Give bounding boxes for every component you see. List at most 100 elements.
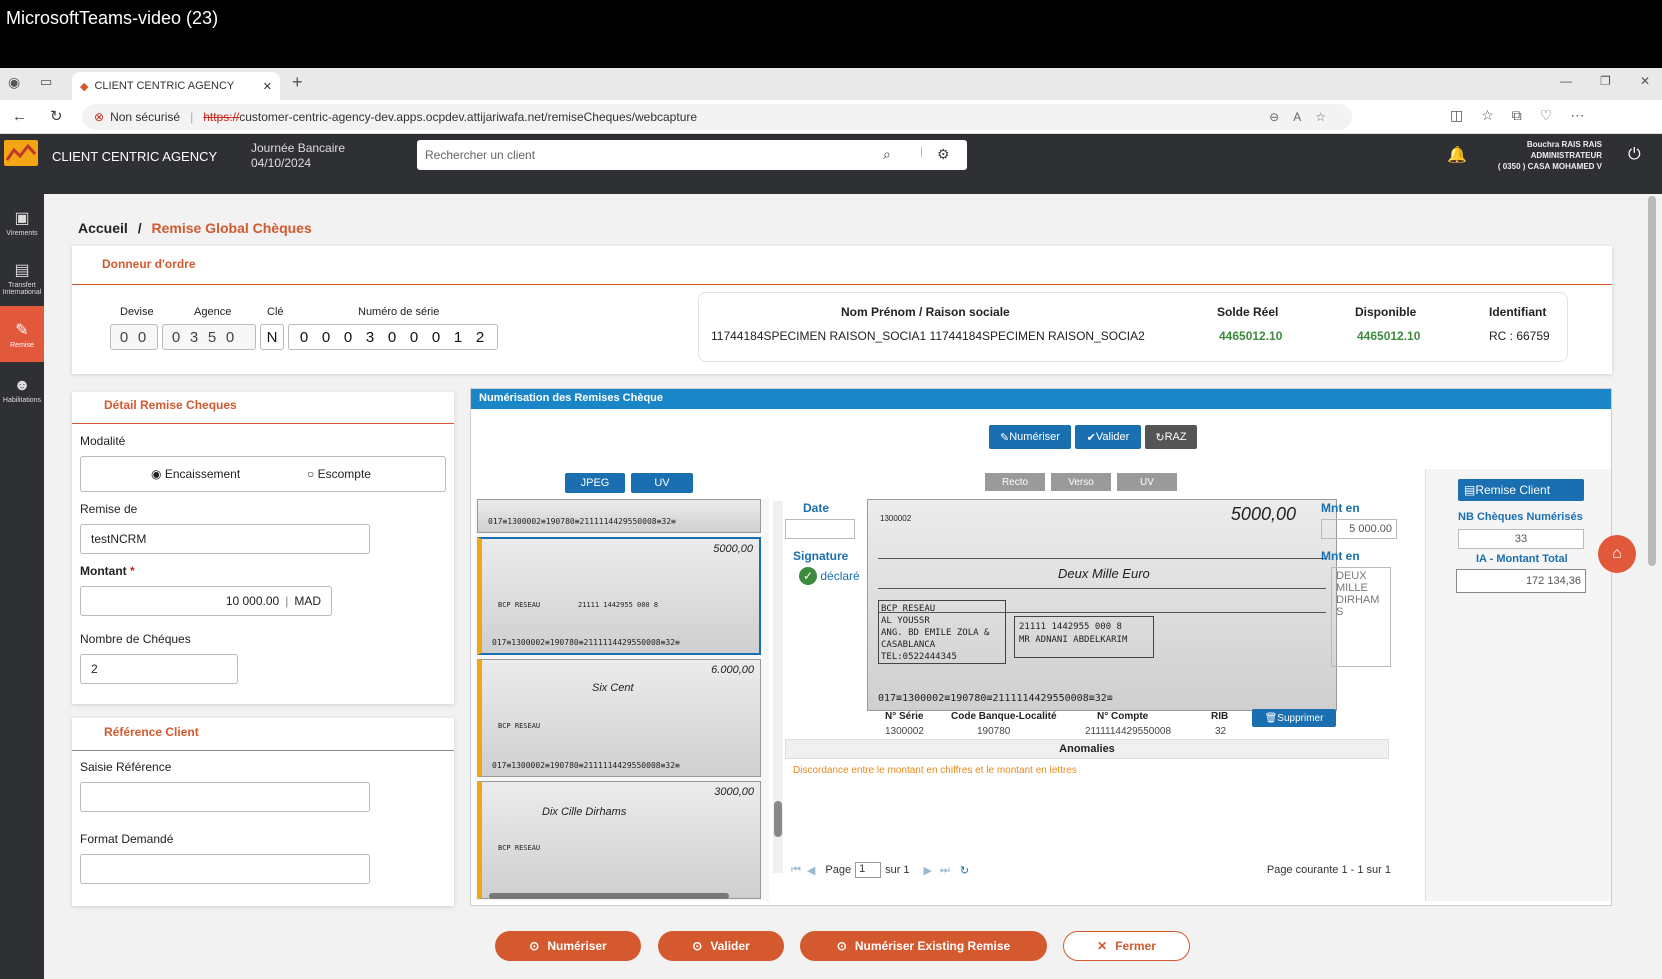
breadcrumb-home[interactable]: Accueil	[78, 220, 128, 236]
cheque-thumbnail[interactable]: 017≡1300002≡190780≡2111114429550008≡32≡	[477, 499, 761, 533]
dispo-value: 4465012.10	[1357, 329, 1421, 343]
browser-tab-bar: ◉ ▭ ◆ CLIENT CENTRIC AGENCY ✕ + — ❐ ✕	[0, 68, 1662, 100]
last-page-icon[interactable]: ⏭	[940, 864, 950, 877]
cle-field[interactable]: N	[260, 324, 284, 350]
page-scrollbar[interactable]	[1648, 196, 1656, 566]
numeriser-button[interactable]: ⊙ Numériser	[495, 931, 641, 961]
montant-label-text: Montant	[80, 564, 127, 578]
uv-view-button[interactable]: UV	[1117, 473, 1177, 491]
mnt-lettres-input[interactable]: DEUX MILLE DIRHAMS	[1331, 567, 1391, 667]
power-icon[interactable]: ⏻	[1628, 146, 1641, 164]
reference-title: Référence Client	[104, 725, 199, 739]
favicon-icon: ◆	[80, 80, 89, 93]
first-page-icon[interactable]: ⏮	[791, 864, 801, 877]
sidebar-item-label: Remise	[10, 341, 34, 349]
remise-label: Remise de	[80, 502, 138, 516]
radio-escompte[interactable]: ○ Escompte	[307, 467, 371, 481]
serie-value: 1300002	[885, 726, 924, 737]
verso-button[interactable]: Verso	[1051, 473, 1111, 491]
refresh-icon[interactable]: ↻	[960, 864, 969, 877]
sidebar-item-habilitations[interactable]: ☻ Habilitations	[0, 362, 44, 418]
date-input[interactable]	[785, 519, 855, 539]
check-circle-icon: ⊙	[692, 939, 703, 953]
reload-icon[interactable]: ↻	[50, 107, 63, 125]
cheque-thumbnail[interactable]: 3000,00 Dix Cille Dirhams BCP RESEAU	[477, 781, 761, 899]
search-icon[interactable]: ⌕	[883, 146, 891, 163]
uv-thumb-button[interactable]: UV	[631, 473, 693, 493]
agence-field[interactable]: 0350	[162, 324, 256, 350]
valider-button[interactable]: ⊙ Valider	[658, 931, 784, 961]
thumb-amount: 5000,00	[713, 543, 753, 555]
page-courante: Page courante 1 - 1 sur 1	[1266, 864, 1391, 876]
nb-cheques-field[interactable]: 2	[80, 654, 238, 684]
remise-field[interactable]: testNCRM	[80, 524, 370, 554]
numeriser-existing-button[interactable]: ⊙ Numériser Existing Remise	[800, 931, 1047, 961]
prev-page-icon[interactable]: ◀	[807, 864, 815, 877]
format-field[interactable]	[80, 854, 370, 884]
pager: ⏮ ◀ Page 1 sur 1 ▶ ⏭ ↻ Page courante 1 -…	[791, 859, 1391, 881]
page-input[interactable]: 1	[855, 862, 882, 878]
nb-cheques-label: Nombre de Chéques	[80, 632, 191, 646]
sidebar-item-virements[interactable]: ▣ Virements	[0, 194, 44, 250]
search-input[interactable]: Rechercher un client	[425, 148, 535, 162]
code-header: Code Banque-Localité	[951, 711, 1057, 722]
numeriser-scan-button[interactable]: ✎ Numériser	[989, 425, 1071, 449]
signature-label: Signature	[793, 549, 849, 563]
next-page-icon[interactable]: ▶	[924, 864, 932, 877]
url-field[interactable]: ⊗ Non sécurisé | https:// customer-centr…	[82, 104, 1352, 130]
nb-cheques-num-value: 33	[1458, 529, 1584, 549]
cheque-thumbnails: 017≡1300002≡190780≡2111114429550008≡32≡ …	[475, 499, 769, 901]
supprimer-button[interactable]: 🗑 Supprimer	[1252, 709, 1336, 727]
scroll-thumb[interactable]	[774, 801, 782, 837]
serie-field[interactable]: 000300012	[288, 324, 498, 350]
button-label: RAZ	[1164, 431, 1187, 443]
sidebar-item-transfert[interactable]: ▤ Transfert International	[0, 250, 44, 306]
required-mark: *	[130, 564, 135, 578]
button-label: Valider	[1095, 431, 1130, 443]
devise-field[interactable]: 00	[110, 324, 158, 350]
jpeg-button[interactable]: JPEG	[565, 473, 625, 493]
profile-icon[interactable]: ◉	[8, 74, 20, 91]
solde-value: 4465012.10	[1219, 329, 1283, 343]
saisie-reference-field[interactable]	[80, 782, 370, 812]
mnt-lettres-label: Mnt en	[1321, 549, 1360, 563]
close-tab-icon[interactable]: ✕	[263, 80, 272, 93]
restore-icon[interactable]: ❐	[1600, 74, 1611, 88]
tab-actions-icon[interactable]: ▭	[40, 74, 52, 90]
anomalies-header: Anomalies	[785, 739, 1389, 759]
minimize-icon[interactable]: —	[1560, 74, 1572, 88]
check-circle-icon: ⊙	[836, 939, 847, 953]
remise-client-button[interactable]: ▤ Remise Client	[1458, 479, 1584, 501]
filter-icon[interactable]: ⚙	[937, 146, 950, 163]
raz-button[interactable]: ↻ RAZ	[1145, 425, 1197, 449]
bell-icon[interactable]: 🔔	[1447, 145, 1467, 165]
agence-label: Agence	[194, 306, 232, 318]
cheque-thumbnail-selected[interactable]: 5000,00 BCP RESEAU 21111 1442955 000 8 0…	[477, 537, 761, 655]
radio-encaissement[interactable]: ◉ Encaissement	[151, 467, 240, 481]
new-tab-icon[interactable]: +	[292, 72, 303, 93]
signature-status: ✓ déclaré	[799, 567, 860, 585]
browser-tab[interactable]: ◆ CLIENT CENTRIC AGENCY ✕	[72, 72, 280, 100]
digit: 0	[171, 328, 181, 346]
fermer-button[interactable]: ✕ Fermer	[1063, 931, 1190, 961]
sidebar-item-remise[interactable]: ✎ Remise	[0, 306, 44, 362]
breadcrumb-separator: /	[137, 220, 142, 236]
back-icon[interactable]: ←	[12, 108, 27, 125]
montant-field[interactable]: 10 000.00 | MAD	[80, 586, 332, 616]
recto-button[interactable]: Recto	[985, 473, 1045, 491]
url-action-icons[interactable]: ⊖A☆	[1269, 110, 1340, 124]
broom-icon[interactable]: ⌂	[1598, 535, 1636, 573]
close-window-icon[interactable]: ✕	[1640, 74, 1650, 88]
mnt-chiffres-input[interactable]: 5 000.00	[1321, 519, 1397, 539]
montant-devise: MAD	[294, 594, 321, 608]
cheque-thumbnail[interactable]: 6.000,00 Six Cent BCP RESEAU 017≡1300002…	[477, 659, 761, 777]
valider-scan-button[interactable]: ✔ Valider	[1075, 425, 1141, 449]
date-label: Date	[803, 501, 830, 515]
browser-toolbar-icons[interactable]: ◫☆⧉♡⋯	[1450, 107, 1602, 124]
bank-box: BCP RESEAU AL YOUSSR ANG. BD EMILE ZOLA …	[878, 600, 1006, 664]
client-search[interactable]: Rechercher un client ⌕ | ⚙	[417, 140, 967, 170]
montant-total-value: 172 134,36	[1456, 569, 1586, 593]
thumbnail-scrollbar[interactable]	[773, 501, 783, 873]
thumbnail-hscrollbar[interactable]	[489, 893, 729, 899]
serie-label: Numéro de série	[358, 306, 440, 318]
